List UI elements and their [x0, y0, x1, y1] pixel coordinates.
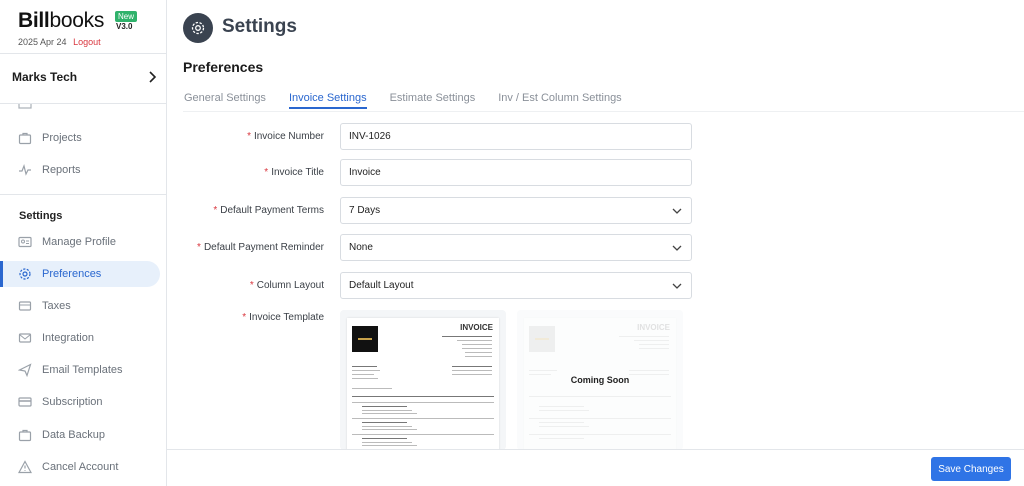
column-layout-select[interactable]: Default Layout	[340, 272, 692, 299]
warning-icon	[18, 460, 32, 474]
new-badge: New	[115, 11, 138, 22]
divider	[0, 194, 166, 195]
sidebar-item-reports[interactable]: Reports	[0, 157, 160, 183]
pulse-icon	[18, 163, 32, 177]
id-card-icon	[18, 235, 32, 249]
sidebar-item-taxes[interactable]: Taxes	[0, 293, 160, 319]
current-date: 2025 Apr 24	[18, 37, 67, 47]
logo-light-text: books	[49, 9, 105, 32]
mail-icon	[18, 331, 32, 345]
invoice-title-row: * Invoice Title	[167, 159, 1024, 186]
logo-bold-text: Bill	[18, 9, 50, 32]
card-icon	[18, 395, 32, 409]
sidebar-item-projects[interactable]: Projects	[0, 125, 160, 151]
sidebar-item-label: Subscription	[42, 396, 103, 408]
sidebar-item-label: Integration	[42, 332, 94, 344]
chevron-down-icon	[672, 245, 682, 251]
main-content: Settings Preferences General Settings In…	[167, 0, 1024, 486]
payment-reminder-value: None	[349, 242, 373, 253]
sidebar-item-label: Manage Profile	[42, 236, 116, 248]
invoice-number-row: * Invoice Number	[167, 123, 1024, 150]
tab-estimate-settings[interactable]: Estimate Settings	[390, 92, 476, 109]
footer-bar: Save Changes	[167, 449, 1024, 486]
sidebar-item-label: Email Templates	[42, 364, 123, 376]
sidebar-item-label: Cancel Account	[42, 461, 119, 473]
chevron-down-icon	[672, 283, 682, 289]
save-changes-button[interactable]: Save Changes	[931, 457, 1011, 481]
payment-terms-row: * Default Payment Terms 7 Days	[167, 197, 1024, 224]
invoice-number-input[interactable]	[340, 123, 692, 150]
payment-reminder-row: * Default Payment Reminder None	[167, 234, 1024, 261]
company-name: Marks Tech	[12, 70, 78, 84]
required-mark: *	[247, 131, 251, 142]
chevron-right-icon	[149, 71, 157, 83]
settings-heading: Settings	[19, 210, 63, 222]
invoice-title-label: * Invoice Title	[264, 167, 324, 178]
preference-tabs: General Settings Invoice Settings Estima…	[184, 92, 645, 109]
section-title: Preferences	[183, 59, 264, 75]
required-mark: *	[249, 280, 254, 291]
sidebar-item-preferences[interactable]: Preferences	[0, 261, 160, 287]
page-title: Settings	[222, 16, 297, 37]
sidebar-item-subscription[interactable]: Subscription	[0, 389, 160, 415]
sidebar-item-label: Data Backup	[42, 429, 105, 441]
payment-terms-label: * Default Payment Terms	[213, 205, 324, 216]
tab-invoice-settings[interactable]: Invoice Settings	[288, 92, 367, 109]
required-mark: *	[197, 242, 201, 253]
sidebar-item-integration[interactable]: Integration	[0, 325, 160, 351]
coming-soon-overlay: Coming Soon	[517, 310, 683, 450]
required-mark: *	[264, 167, 269, 178]
column-layout-label: * Column Layout	[249, 280, 324, 291]
sidebar-item-manage-profile[interactable]: Manage Profile	[0, 229, 160, 255]
tab-column-settings[interactable]: Inv / Est Column Settings	[498, 92, 622, 109]
sidebar-item-label: Taxes	[42, 300, 71, 312]
payment-reminder-label: * Default Payment Reminder	[197, 242, 324, 253]
sidebar-item-cancel-account[interactable]: Cancel Account	[0, 454, 160, 480]
scrolled-item-icon	[18, 104, 32, 110]
column-layout-row: * Column Layout Default Layout	[167, 272, 1024, 299]
version-label: V3.0	[116, 22, 133, 31]
bag-icon	[18, 428, 32, 442]
divider	[0, 53, 166, 54]
briefcase-icon	[18, 131, 32, 145]
brand-logo[interactable]: Billbooks New V3.0	[18, 9, 138, 32]
invoice-title-input[interactable]	[340, 159, 692, 186]
invoice-template-label: * Invoice Template	[242, 312, 324, 323]
logout-link[interactable]: Logout	[73, 37, 101, 47]
column-layout-value: Default Layout	[349, 280, 414, 291]
payment-terms-select[interactable]: 7 Days	[340, 197, 692, 224]
required-mark: *	[242, 312, 247, 323]
invoice-number-label: * Invoice Number	[247, 131, 324, 142]
company-switcher[interactable]: Marks Tech	[12, 70, 157, 84]
settings-gear-icon	[183, 13, 213, 43]
send-icon	[18, 363, 32, 377]
template-logo-image	[352, 326, 378, 352]
chevron-down-icon	[672, 208, 682, 214]
required-mark: *	[213, 205, 218, 216]
tab-general-settings[interactable]: General Settings	[184, 92, 266, 109]
payment-reminder-select[interactable]: None	[340, 234, 692, 261]
sidebar-item-label: Preferences	[42, 268, 102, 280]
gear-icon	[18, 267, 32, 281]
template-card-default[interactable]: INVOICE	[340, 310, 506, 450]
template-thumb-title: INVOICE	[460, 323, 493, 332]
tabs-divider	[183, 111, 1024, 112]
sidebar-item-label: Reports	[42, 164, 81, 176]
date-row: 2025 Apr 24 Logout	[18, 37, 101, 47]
sidebar-item-label: Projects	[42, 132, 82, 144]
app: Billbooks New V3.0 2025 Apr 24 Logout Ma…	[0, 0, 1024, 486]
sidebar-item-email-templates[interactable]: Email Templates	[0, 357, 160, 383]
template-card-coming-soon: INVOICE Coming Soon	[517, 310, 683, 450]
sidebar: Billbooks New V3.0 2025 Apr 24 Logout Ma…	[0, 0, 167, 486]
receipt-icon	[18, 299, 32, 313]
sidebar-item-data-backup[interactable]: Data Backup	[0, 422, 160, 448]
template-thumbnail: INVOICE	[347, 318, 499, 450]
payment-terms-value: 7 Days	[349, 205, 381, 216]
